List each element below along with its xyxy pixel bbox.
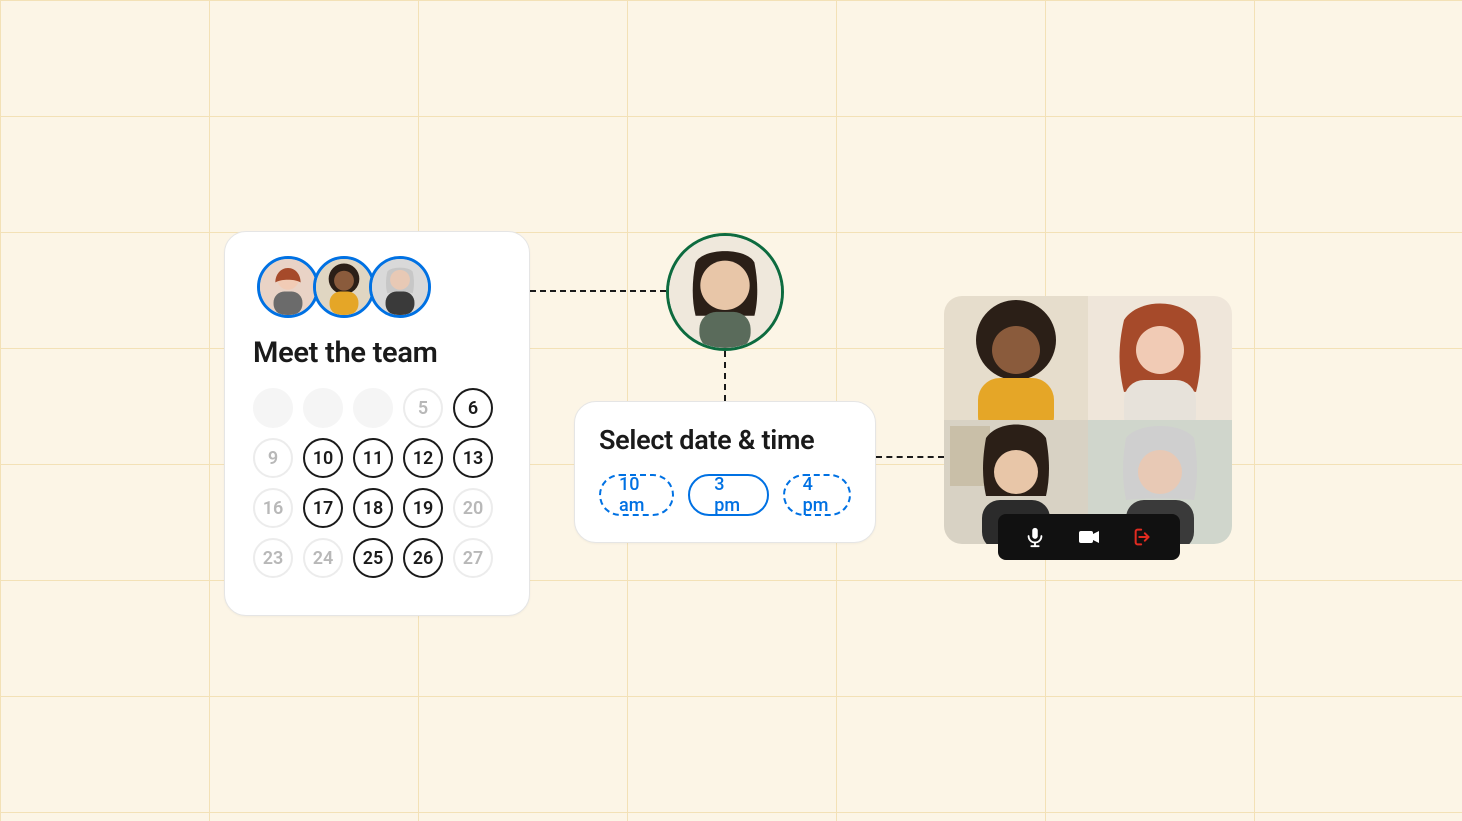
calendar-day-12[interactable]: 12 bbox=[403, 438, 443, 478]
calendar-day-19[interactable]: 19 bbox=[403, 488, 443, 528]
team-avatar-2 bbox=[313, 256, 375, 318]
team-avatar-row bbox=[257, 256, 501, 318]
time-option-10-am[interactable]: 10 am bbox=[599, 474, 674, 516]
calendar-day-blank bbox=[303, 388, 343, 428]
calendar-day-24: 24 bbox=[303, 538, 343, 578]
connector-invitee-to-time bbox=[724, 351, 726, 401]
participant-tile-2 bbox=[1088, 296, 1232, 420]
calendar-day-5: 5 bbox=[403, 388, 443, 428]
calendar-day-26[interactable]: 26 bbox=[403, 538, 443, 578]
team-avatar-3 bbox=[369, 256, 431, 318]
team-avatar-1 bbox=[257, 256, 319, 318]
calendar-day-blank bbox=[253, 388, 293, 428]
calendar-grid: 56 910111213 1617181920 2324252627 bbox=[253, 388, 501, 578]
time-card-title: Select date & time bbox=[599, 424, 851, 456]
time-options-row: 10 am 3 pm 4 pm bbox=[599, 474, 851, 516]
calendar-day-27: 27 bbox=[453, 538, 493, 578]
connector-time-to-call bbox=[876, 456, 944, 458]
calendar-day-23: 23 bbox=[253, 538, 293, 578]
calendar-day-blank bbox=[353, 388, 393, 428]
calendar-day-9: 9 bbox=[253, 438, 293, 478]
invitee-avatar bbox=[666, 233, 784, 351]
time-option-3-pm[interactable]: 3 pm bbox=[688, 474, 768, 516]
participant-tile-1 bbox=[944, 296, 1088, 420]
calendar-day-13[interactable]: 13 bbox=[453, 438, 493, 478]
calendar-day-25[interactable]: 25 bbox=[353, 538, 393, 578]
connector-team-to-invitee bbox=[530, 290, 666, 292]
time-option-4-pm[interactable]: 4 pm bbox=[783, 474, 851, 516]
time-card: Select date & time 10 am 3 pm 4 pm bbox=[574, 401, 876, 543]
team-card: Meet the team 56910111213161718192023242… bbox=[224, 231, 530, 616]
video-call-toolbar bbox=[998, 514, 1180, 560]
calendar-day-11[interactable]: 11 bbox=[353, 438, 393, 478]
video-call-window bbox=[944, 296, 1232, 544]
team-card-title: Meet the team bbox=[253, 336, 501, 370]
diagram-canvas: Meet the team 56910111213161718192023242… bbox=[0, 0, 1462, 821]
calendar-day-18[interactable]: 18 bbox=[353, 488, 393, 528]
calendar-day-16: 16 bbox=[253, 488, 293, 528]
video-call-grid bbox=[944, 296, 1232, 544]
camera-icon[interactable] bbox=[1076, 524, 1102, 550]
calendar-day-6[interactable]: 6 bbox=[453, 388, 493, 428]
calendar-day-10[interactable]: 10 bbox=[303, 438, 343, 478]
leave-icon[interactable] bbox=[1130, 524, 1156, 550]
calendar-day-20: 20 bbox=[453, 488, 493, 528]
calendar-day-17[interactable]: 17 bbox=[303, 488, 343, 528]
mic-icon[interactable] bbox=[1022, 524, 1048, 550]
